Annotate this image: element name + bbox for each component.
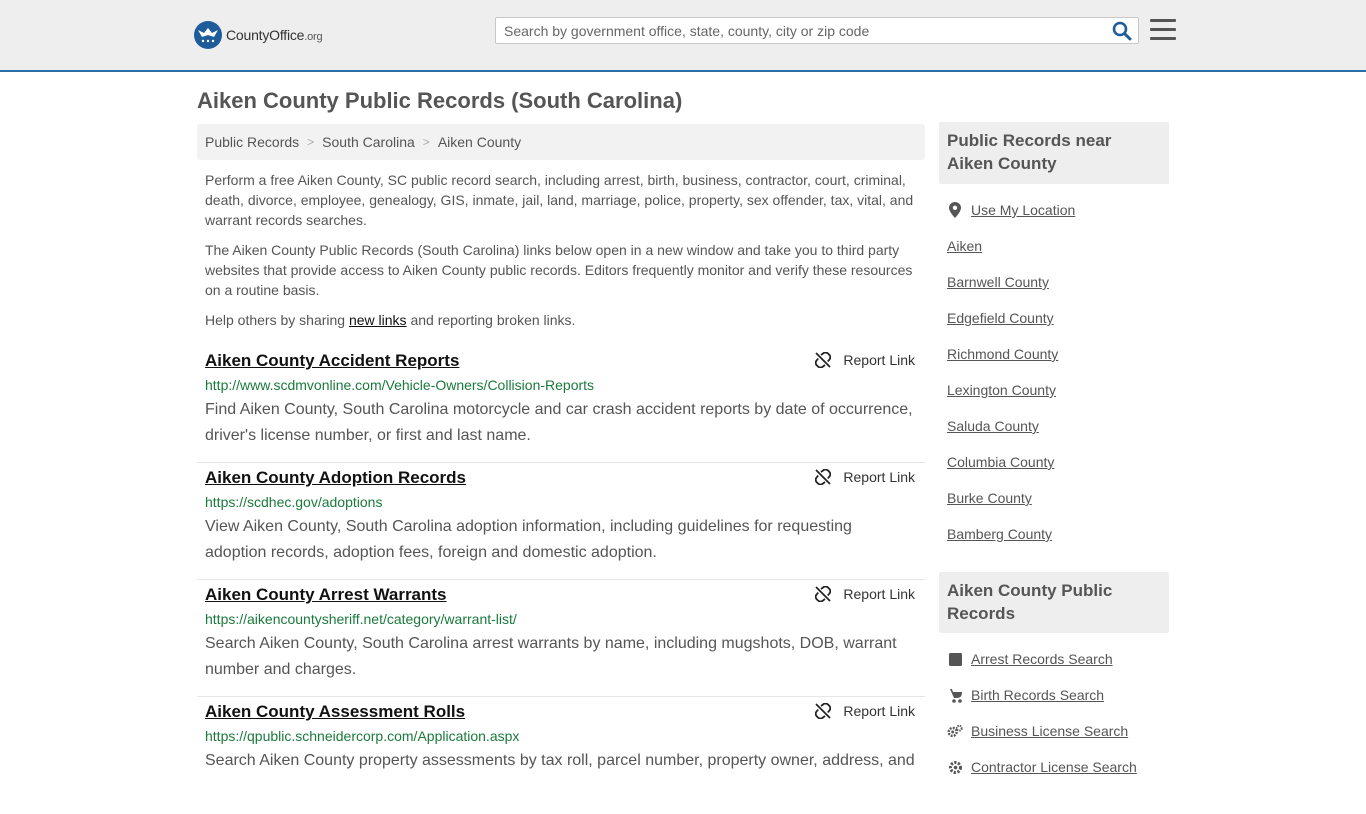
breadcrumb-separator-icon: >: [422, 135, 430, 149]
sidebar-link-edgefield-county[interactable]: Edgefield County: [947, 310, 1054, 326]
sidebar-link-birth-records[interactable]: Birth Records Search: [971, 687, 1104, 703]
square-icon: [947, 651, 963, 667]
sidebar-item-columbia-county: Columbia County: [947, 444, 1169, 480]
intro-text-after: and reporting broken links.: [406, 312, 576, 328]
baby-carriage-icon: [947, 687, 963, 703]
intro-text-before: Help others by sharing: [205, 312, 349, 328]
sidebar-link-bamberg-county[interactable]: Bamberg County: [947, 526, 1052, 542]
report-link-button[interactable]: Report Link: [815, 703, 915, 719]
logo-text: CountyOffice.org: [226, 27, 323, 43]
sidebar-records-list: Arrest Records Search Birth Records Sear…: [947, 641, 1169, 785]
records-list: Aiken County Accident Reports Report Lin…: [197, 346, 925, 814]
record-item: Aiken County Arrest Warrants Report Link…: [197, 580, 925, 697]
record-item: Aiken County Assessment Rolls Report Lin…: [197, 697, 925, 814]
record-url-link[interactable]: https://scdhec.gov/adoptions: [205, 494, 382, 510]
sidebar-link-saluda-county[interactable]: Saluda County: [947, 418, 1039, 434]
record-item: Aiken County Accident Reports Report Lin…: [197, 346, 925, 463]
sidebar-item-aiken: Aiken: [947, 228, 1169, 264]
sidebar-link-columbia-county[interactable]: Columbia County: [947, 454, 1054, 470]
sidebar-link-arrest-records[interactable]: Arrest Records Search: [971, 651, 1113, 667]
sidebar-link-burke-county[interactable]: Burke County: [947, 490, 1032, 506]
eagle-logo-icon: [194, 21, 222, 49]
site-logo[interactable]: CountyOffice.org: [194, 20, 323, 50]
breadcrumb-aiken-county[interactable]: Aiken County: [438, 134, 521, 150]
gears-icon: [947, 723, 963, 739]
breadcrumb-public-records[interactable]: Public Records: [205, 134, 299, 150]
record-title-link[interactable]: Aiken County Accident Reports: [205, 351, 459, 371]
report-link-button[interactable]: Report Link: [815, 352, 915, 368]
record-description: Find Aiken County, South Carolina motorc…: [205, 401, 913, 444]
sidebar-item-burke-county: Burke County: [947, 480, 1169, 516]
report-link-label: Report Link: [843, 352, 915, 368]
record-title-link[interactable]: Aiken County Adoption Records: [205, 468, 466, 488]
report-link-button[interactable]: Report Link: [815, 469, 915, 485]
new-links-link[interactable]: new links: [349, 312, 407, 328]
record-description: Search Aiken County, South Carolina arre…: [205, 635, 897, 678]
sidebar-near-heading: Public Records near Aiken County: [939, 122, 1169, 184]
sidebar-item-business-license: Business License Search: [947, 713, 1169, 749]
page-title: Aiken County Public Records (South Carol…: [197, 88, 683, 113]
sidebar-link-contractor-license[interactable]: Contractor License Search: [971, 759, 1137, 775]
sidebar-item-richmond-county: Richmond County: [947, 336, 1169, 372]
search-icon: [1112, 21, 1132, 41]
record-url-link[interactable]: https://aikencountysheriff.net/category/…: [205, 611, 517, 627]
broken-link-icon: [815, 586, 832, 602]
sidebar-item-lexington-county: Lexington County: [947, 372, 1169, 408]
report-link-label: Report Link: [843, 703, 915, 719]
record-url-link[interactable]: http://www.scdmvonline.com/Vehicle-Owner…: [205, 377, 594, 393]
sidebar-item-barnwell-county: Barnwell County: [947, 264, 1169, 300]
report-link-label: Report Link: [843, 586, 915, 602]
search-bar: [495, 17, 1139, 44]
sidebar-link-aiken[interactable]: Aiken: [947, 238, 982, 254]
sidebar-item-contractor-license: Contractor License Search: [947, 749, 1169, 785]
sidebar-link-lexington-county[interactable]: Lexington County: [947, 382, 1056, 398]
breadcrumb-south-carolina[interactable]: South Carolina: [322, 134, 415, 150]
broken-link-icon: [815, 703, 832, 719]
sidebar-records-heading: Aiken County Public Records: [939, 572, 1169, 633]
use-my-location-link[interactable]: Use My Location: [971, 202, 1075, 218]
record-url-link[interactable]: https://qpublic.schneidercorp.com/Applic…: [205, 728, 519, 744]
broken-link-icon: [815, 352, 832, 368]
record-item: Aiken County Adoption Records Report Lin…: [197, 463, 925, 580]
broken-link-icon: [815, 469, 832, 485]
logo-suffix-text: .org: [304, 31, 323, 43]
sidebar-item-edgefield-county: Edgefield County: [947, 300, 1169, 336]
sidebar-link-barnwell-county[interactable]: Barnwell County: [947, 274, 1049, 290]
sidebar-item-arrest-records: Arrest Records Search: [947, 641, 1169, 677]
breadcrumb: Public Records > South Carolina > Aiken …: [197, 124, 925, 160]
report-link-button[interactable]: Report Link: [815, 586, 915, 602]
search-button[interactable]: [1112, 21, 1132, 41]
breadcrumb-separator-icon: >: [307, 135, 315, 149]
record-title-link[interactable]: Aiken County Assessment Rolls: [205, 702, 465, 722]
record-title-link[interactable]: Aiken County Arrest Warrants: [205, 585, 447, 605]
site-header: CountyOffice.org: [0, 0, 1366, 72]
intro-paragraph-2: The Aiken County Public Records (South C…: [205, 242, 913, 298]
intro-paragraph-3: Help others by sharing new links and rep…: [205, 310, 917, 330]
logo-main-text: CountyOffice: [226, 27, 305, 43]
search-input[interactable]: [496, 18, 1096, 43]
gear-icon: [947, 759, 963, 775]
sidebar-link-richmond-county[interactable]: Richmond County: [947, 346, 1058, 362]
sidebar-link-business-license[interactable]: Business License Search: [971, 723, 1128, 739]
sidebar-item-use-location: Use My Location: [947, 192, 1169, 228]
sidebar-item-bamberg-county: Bamberg County: [947, 516, 1169, 552]
report-link-label: Report Link: [843, 469, 915, 485]
sidebar-item-saluda-county: Saluda County: [947, 408, 1169, 444]
hamburger-menu-icon[interactable]: [1150, 19, 1176, 43]
sidebar-item-birth-records: Birth Records Search: [947, 677, 1169, 713]
record-description: View Aiken County, South Carolina adopti…: [205, 518, 852, 561]
intro-paragraph-1: Perform a free Aiken County, SC public r…: [205, 172, 914, 228]
sidebar-near-list: Use My Location Aiken Barnwell County Ed…: [947, 192, 1169, 552]
map-marker-icon: [947, 202, 963, 218]
record-description: Search Aiken County property assessments…: [205, 752, 915, 769]
